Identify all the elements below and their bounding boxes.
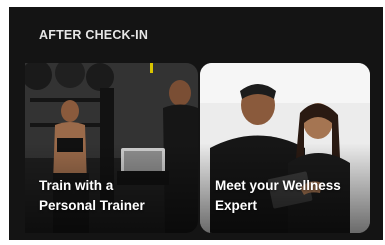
card-title-line-2: Expert [215, 198, 258, 213]
wellness-expert-card[interactable]: Meet your Wellness Expert [200, 63, 370, 233]
card-title-line-2: Personal Trainer [39, 198, 145, 213]
card-title-line-1: Train with a [39, 178, 114, 193]
card-title-line-1: Meet your Wellness [215, 178, 341, 193]
wellness-expert-card-title: Meet your Wellness Expert [215, 176, 365, 216]
personal-trainer-card-title: Train with a Personal Trainer [39, 176, 198, 216]
personal-trainer-card[interactable]: Train with a Personal Trainer [25, 63, 198, 233]
section-title: AFTER CHECK-IN [39, 28, 149, 42]
after-checkin-screen: AFTER CHECK-IN Train with a Personal Tra… [9, 7, 383, 240]
